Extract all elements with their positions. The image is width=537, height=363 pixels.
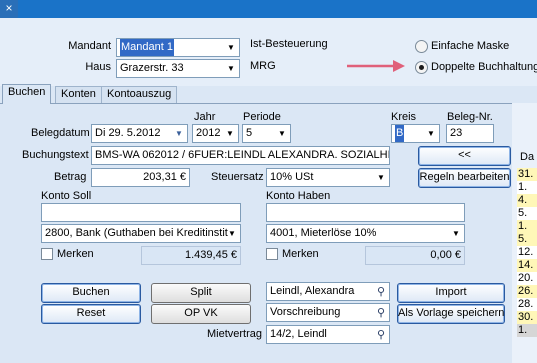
date-list-header: Da — [520, 151, 535, 163]
konto-haben-label: Konto Haben — [266, 190, 331, 202]
person-value: Leindl, Alexandra — [270, 285, 355, 297]
radio-einfache-maske[interactable] — [415, 40, 428, 53]
chevron-down-icon[interactable]: ▼ — [222, 125, 238, 142]
betrag-label: Betrag — [54, 171, 87, 183]
belegdatum-picker[interactable]: Di 29. 5.2012 ▼ — [91, 124, 188, 143]
date-list-item[interactable]: 31. — [517, 168, 537, 181]
window-title-bar: × — [0, 0, 537, 18]
split-button[interactable]: Split — [151, 283, 251, 303]
merken-soll-checkbox[interactable] — [41, 248, 53, 260]
vorschreibung-field[interactable]: Vorschreibung — [266, 303, 390, 322]
radio-doppelte-buchhaltung[interactable] — [415, 61, 428, 74]
mandant-label: Mandant — [68, 40, 111, 52]
binoculars-search-icon[interactable]: ⚲ — [373, 328, 389, 342]
mandant-select[interactable]: Mandant 1 ▼ — [116, 38, 240, 57]
haus-select[interactable]: Grazerstr. 33 ▼ — [116, 59, 240, 78]
radio-einfache-maske-label[interactable]: Einfache Maske — [431, 40, 509, 52]
jahr-select[interactable]: 2012 ▼ — [192, 124, 239, 143]
chevron-down-icon[interactable]: ▼ — [274, 125, 290, 142]
import-button[interactable]: Import — [397, 283, 505, 303]
close-icon[interactable]: × — [0, 0, 18, 18]
periode-value: 5 — [246, 127, 253, 139]
belegdatum-value: Di 29. 5.2012 — [95, 127, 161, 139]
date-list-item[interactable]: 1. — [517, 324, 537, 337]
date-list-item[interactable]: 14. — [517, 259, 537, 272]
date-list-item[interactable]: 5. — [517, 233, 537, 246]
belegnr-label: Beleg-Nr. — [447, 111, 493, 123]
binoculars-search-icon[interactable]: ⚲ — [373, 306, 389, 320]
reset-button[interactable]: Reset — [41, 304, 141, 324]
merken-soll-label: Merken — [57, 248, 94, 260]
belegnr-field[interactable]: 23 — [446, 124, 494, 143]
haus-value: Grazerstr. 33 — [120, 62, 184, 74]
steuersatz-select[interactable]: 10% USt ▼ — [266, 168, 390, 187]
chevron-down-icon[interactable]: ▼ — [373, 169, 389, 186]
buchen-button[interactable]: Buchen — [41, 283, 141, 303]
date-list-item[interactable]: 28. — [517, 298, 537, 311]
chevron-down-icon[interactable]: ▼ — [224, 225, 240, 242]
date-list-item[interactable]: 20. — [517, 272, 537, 285]
steuersatz-label: Steuersatz — [211, 171, 264, 183]
merken-haben-label: Merken — [282, 248, 319, 260]
mandant-value: Mandant 1 — [120, 39, 174, 56]
mietvertrag-label: Mietvertrag — [206, 328, 262, 340]
ist-besteuerung-label: Ist-Besteuerung — [250, 38, 328, 50]
konto-haben-select[interactable]: 4001, Mieterlöse 10% ▼ — [266, 224, 465, 243]
chevron-down-icon[interactable]: ▼ — [171, 125, 187, 142]
belegdatum-label: Belegdatum — [31, 127, 90, 139]
buchungstext-field[interactable]: BMS-WA 062012 / 6FUER:LEINDL ALEXANDRA. … — [91, 146, 390, 165]
konto-soll-value: 2800, Bank (Guthaben bei Kreditinstit — [45, 227, 228, 239]
buchungstext-label: Buchungstext — [22, 149, 89, 161]
date-list-item[interactable]: 1. — [517, 220, 537, 233]
chevron-down-icon[interactable]: ▼ — [223, 39, 239, 56]
date-list-item[interactable]: 12. — [517, 246, 537, 259]
op-vk-button[interactable]: OP VK — [151, 304, 251, 324]
jahr-value: 2012 — [196, 127, 221, 139]
konto-soll-label: Konto Soll — [41, 190, 92, 202]
date-list-item[interactable]: 5. — [517, 207, 537, 220]
date-list-item[interactable]: 26. — [517, 285, 537, 298]
merken-haben-checkbox[interactable] — [266, 248, 278, 260]
date-list-item[interactable]: 4. — [517, 194, 537, 207]
header-panel — [0, 18, 537, 86]
chevron-down-icon[interactable]: ▼ — [423, 125, 439, 142]
jahr-label: Jahr — [194, 111, 216, 123]
mietvertrag-value: 14/2, Leindl — [270, 328, 327, 340]
back-button[interactable]: << — [418, 146, 511, 166]
konto-haben-search-input[interactable] — [266, 203, 465, 222]
steuersatz-value: 10% USt — [270, 171, 314, 183]
person-field[interactable]: Leindl, Alexandra — [266, 282, 390, 301]
tab-buchen[interactable]: Buchen — [2, 84, 52, 104]
betrag-field[interactable]: 203,31 € — [91, 168, 190, 187]
tab-kontoauszug[interactable]: Kontoauszug — [101, 86, 178, 103]
konto-soll-search-input[interactable] — [41, 203, 241, 222]
radio-doppelte-buchhaltung-label[interactable]: Doppelte Buchhaltung — [431, 61, 537, 73]
regeln-bearbeiten-button[interactable]: Regeln bearbeiten — [418, 168, 511, 188]
mrg-label: MRG — [250, 60, 276, 72]
kreis-label: Kreis — [391, 111, 417, 123]
mietvertrag-field[interactable]: 14/2, Leindl — [266, 325, 390, 344]
date-list-item[interactable]: 1. — [517, 181, 537, 194]
haus-label: Haus — [85, 61, 111, 73]
kreis-value: B — [395, 125, 405, 142]
konto-haben-value: 4001, Mieterlöse 10% — [270, 227, 377, 239]
vorschreibung-value: Vorschreibung — [270, 306, 341, 318]
periode-label: Periode — [243, 111, 281, 123]
annotation-arrow-icon — [347, 60, 405, 72]
periode-select[interactable]: 5 ▼ — [242, 124, 291, 143]
als-vorlage-speichern-button[interactable]: Als Vorlage speichern — [397, 304, 505, 324]
chevron-down-icon[interactable]: ▼ — [223, 60, 239, 77]
kreis-select[interactable]: B ▼ — [391, 124, 440, 143]
konto-soll-select[interactable]: 2800, Bank (Guthaben bei Kreditinstit ▼ — [41, 224, 241, 243]
haben-saldo: 0,00 € — [365, 246, 465, 265]
soll-saldo: 1.439,45 € — [141, 246, 241, 265]
binoculars-search-icon[interactable]: ⚲ — [373, 285, 389, 299]
tab-konten[interactable]: Konten — [55, 86, 102, 103]
chevron-down-icon[interactable]: ▼ — [448, 225, 464, 242]
date-list-item[interactable]: 30. — [517, 311, 537, 324]
